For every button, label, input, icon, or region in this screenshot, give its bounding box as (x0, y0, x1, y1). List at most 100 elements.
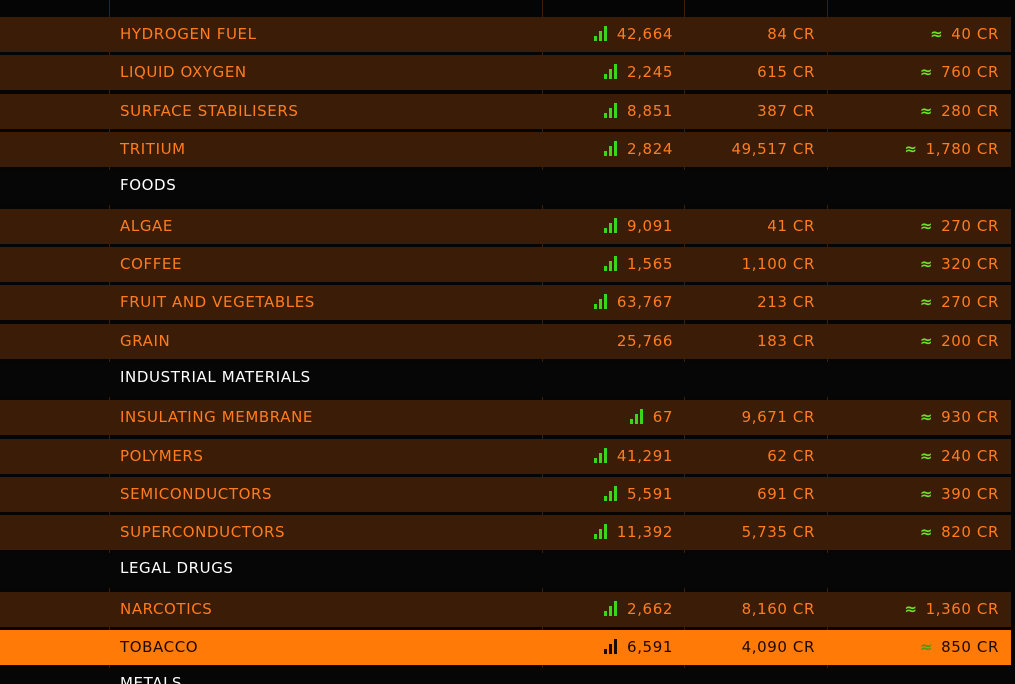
average-price-cell: ≈760 CR (920, 55, 999, 90)
average-price-cell: ≈930 CR (920, 400, 999, 435)
supply-level-bars-icon (604, 64, 619, 79)
average-price-cell: ≈1,780 CR (904, 132, 999, 167)
commodity-row[interactable]: SUPERCONDUCTORS 11,392 5,735 CR ≈820 CR (0, 515, 1011, 550)
approximately-icon: ≈ (919, 255, 934, 273)
price-value: 1,100 CR (741, 255, 815, 273)
approximately-icon: ≈ (919, 63, 934, 81)
supply-cell: 9,091 (604, 209, 673, 244)
supply-value: 9,091 (627, 217, 673, 235)
average-price-value: 1,780 CR (925, 140, 999, 158)
average-price-value: 820 CR (941, 523, 999, 541)
commodity-row[interactable]: COFFEE 1,565 1,100 CR ≈320 CR (0, 247, 1011, 282)
category-header-row: LEGAL DRUGS (0, 553, 1011, 588)
approximately-icon: ≈ (919, 408, 934, 426)
average-price-cell: ≈820 CR (920, 515, 999, 550)
supply-value: 42,664 (616, 25, 673, 43)
price-value: 9,671 CR (741, 408, 815, 426)
commodity-name: SEMICONDUCTORS (120, 485, 273, 503)
supply-level-bars-icon (604, 218, 619, 233)
supply-cell: 6,591 (604, 630, 673, 665)
average-price-value: 320 CR (941, 255, 999, 273)
category-name: LEGAL DRUGS (120, 559, 234, 577)
supply-level-bars-icon (604, 103, 619, 118)
price-value: 49,517 CR (731, 140, 815, 158)
category-name: METALS (120, 674, 183, 684)
commodity-row[interactable]: NARCOTICS 2,662 8,160 CR ≈1,360 CR (0, 592, 1011, 627)
supply-value: 6,591 (627, 638, 673, 656)
supply-value: 1,565 (627, 255, 673, 273)
price-value: 62 CR (767, 447, 815, 465)
category-header-row: INDUSTRIAL MATERIALS (0, 362, 1011, 397)
price-value: 691 CR (757, 485, 815, 503)
supply-value: 2,824 (627, 140, 673, 158)
commodity-name: SUPERCONDUCTORS (120, 523, 286, 541)
supply-value: 63,767 (616, 293, 673, 311)
average-price-cell: ≈280 CR (920, 94, 999, 129)
supply-level-bars-icon (604, 141, 619, 156)
commodity-row[interactable]: TOBACCO 6,591 4,090 CR ≈850 CR (0, 630, 1011, 665)
average-price-cell: ≈390 CR (920, 477, 999, 512)
approximately-icon: ≈ (930, 25, 944, 43)
average-price-value: 240 CR (941, 447, 999, 465)
commodity-market-table: HYDROGEN FUEL 42,664 84 CR ≈40 CR LIQUID OXY… (0, 0, 1015, 684)
supply-cell: 2,662 (604, 592, 673, 627)
supply-level-bars-icon (629, 409, 645, 424)
commodity-row[interactable]: ALGAE 9,091 41 CR ≈270 CR (0, 209, 1011, 244)
commodity-row[interactable]: SEMICONDUCTORS 5,591 691 CR ≈390 CR (0, 477, 1011, 512)
commodity-row[interactable]: GRAIN 25,766 183 CR ≈200 CR (0, 324, 1011, 359)
commodity-name: ALGAE (120, 217, 173, 235)
approximately-icon: ≈ (904, 600, 918, 618)
supply-level-bars-icon (604, 256, 619, 271)
supply-value: 2,662 (627, 600, 673, 618)
commodity-name: HYDROGEN FUEL (120, 25, 257, 43)
supply-level-bars-icon (593, 26, 609, 41)
category-header-row: FOODS (0, 170, 1011, 205)
approximately-icon: ≈ (919, 332, 934, 350)
commodity-row[interactable]: LIQUID OXYGEN 2,245 615 CR ≈760 CR (0, 55, 1011, 90)
supply-level-bars-icon (593, 448, 609, 463)
supply-cell: 1,565 (604, 247, 673, 282)
price-value: 213 CR (757, 293, 815, 311)
approximately-icon: ≈ (919, 485, 934, 503)
category-name: INDUSTRIAL MATERIALS (120, 368, 311, 386)
average-price-cell: ≈270 CR (920, 285, 999, 320)
average-price-value: 930 CR (941, 408, 999, 426)
commodity-row[interactable]: SURFACE STABILISERS 8,851 387 CR ≈280 CR (0, 94, 1011, 129)
supply-level-bars-icon (593, 524, 609, 539)
supply-cell: 2,824 (604, 132, 673, 167)
supply-cell: 8,851 (604, 94, 673, 129)
average-price-cell: ≈200 CR (920, 324, 999, 359)
commodity-row[interactable]: POLYMERS 41,291 62 CR ≈240 CR (0, 439, 1011, 474)
price-value: 5,735 CR (741, 523, 815, 541)
supply-cell: 5,591 (604, 477, 673, 512)
approximately-icon: ≈ (919, 447, 934, 465)
average-price-value: 850 CR (941, 638, 999, 656)
commodity-name: GRAIN (120, 332, 171, 350)
average-price-value: 390 CR (941, 485, 999, 503)
supply-cell: 11,392 (593, 515, 673, 550)
supply-value: 2,245 (627, 63, 673, 81)
average-price-value: 270 CR (941, 217, 999, 235)
commodity-name: COFFEE (120, 255, 183, 273)
average-price-cell: ≈40 CR (930, 17, 999, 52)
approximately-icon: ≈ (919, 638, 934, 656)
commodity-row[interactable]: FRUIT AND VEGETABLES 63,767 213 CR ≈270 CR (0, 285, 1011, 320)
price-value: 387 CR (757, 102, 815, 120)
average-price-cell: ≈850 CR (920, 630, 999, 665)
commodity-row[interactable]: INSULATING MEMBRANE 67 9,671 CR ≈930 CR (0, 400, 1011, 435)
commodity-row[interactable]: HYDROGEN FUEL 42,664 84 CR ≈40 CR (0, 17, 1011, 52)
approximately-icon: ≈ (919, 293, 934, 311)
supply-level-bars-icon (604, 639, 619, 654)
category-name: FOODS (120, 176, 177, 194)
supply-level-bars-icon (604, 486, 619, 501)
price-value: 615 CR (757, 63, 815, 81)
supply-cell: 41,291 (593, 439, 673, 474)
average-price-value: 760 CR (941, 63, 999, 81)
supply-value: 67 (652, 408, 673, 426)
supply-cell: 2,245 (604, 55, 673, 90)
commodity-name: LIQUID OXYGEN (120, 63, 247, 81)
commodity-name: POLYMERS (120, 447, 204, 465)
price-value: 8,160 CR (741, 600, 815, 618)
commodity-row[interactable]: TRITIUM 2,824 49,517 CR ≈1,780 CR (0, 132, 1011, 167)
average-price-cell: ≈270 CR (920, 209, 999, 244)
